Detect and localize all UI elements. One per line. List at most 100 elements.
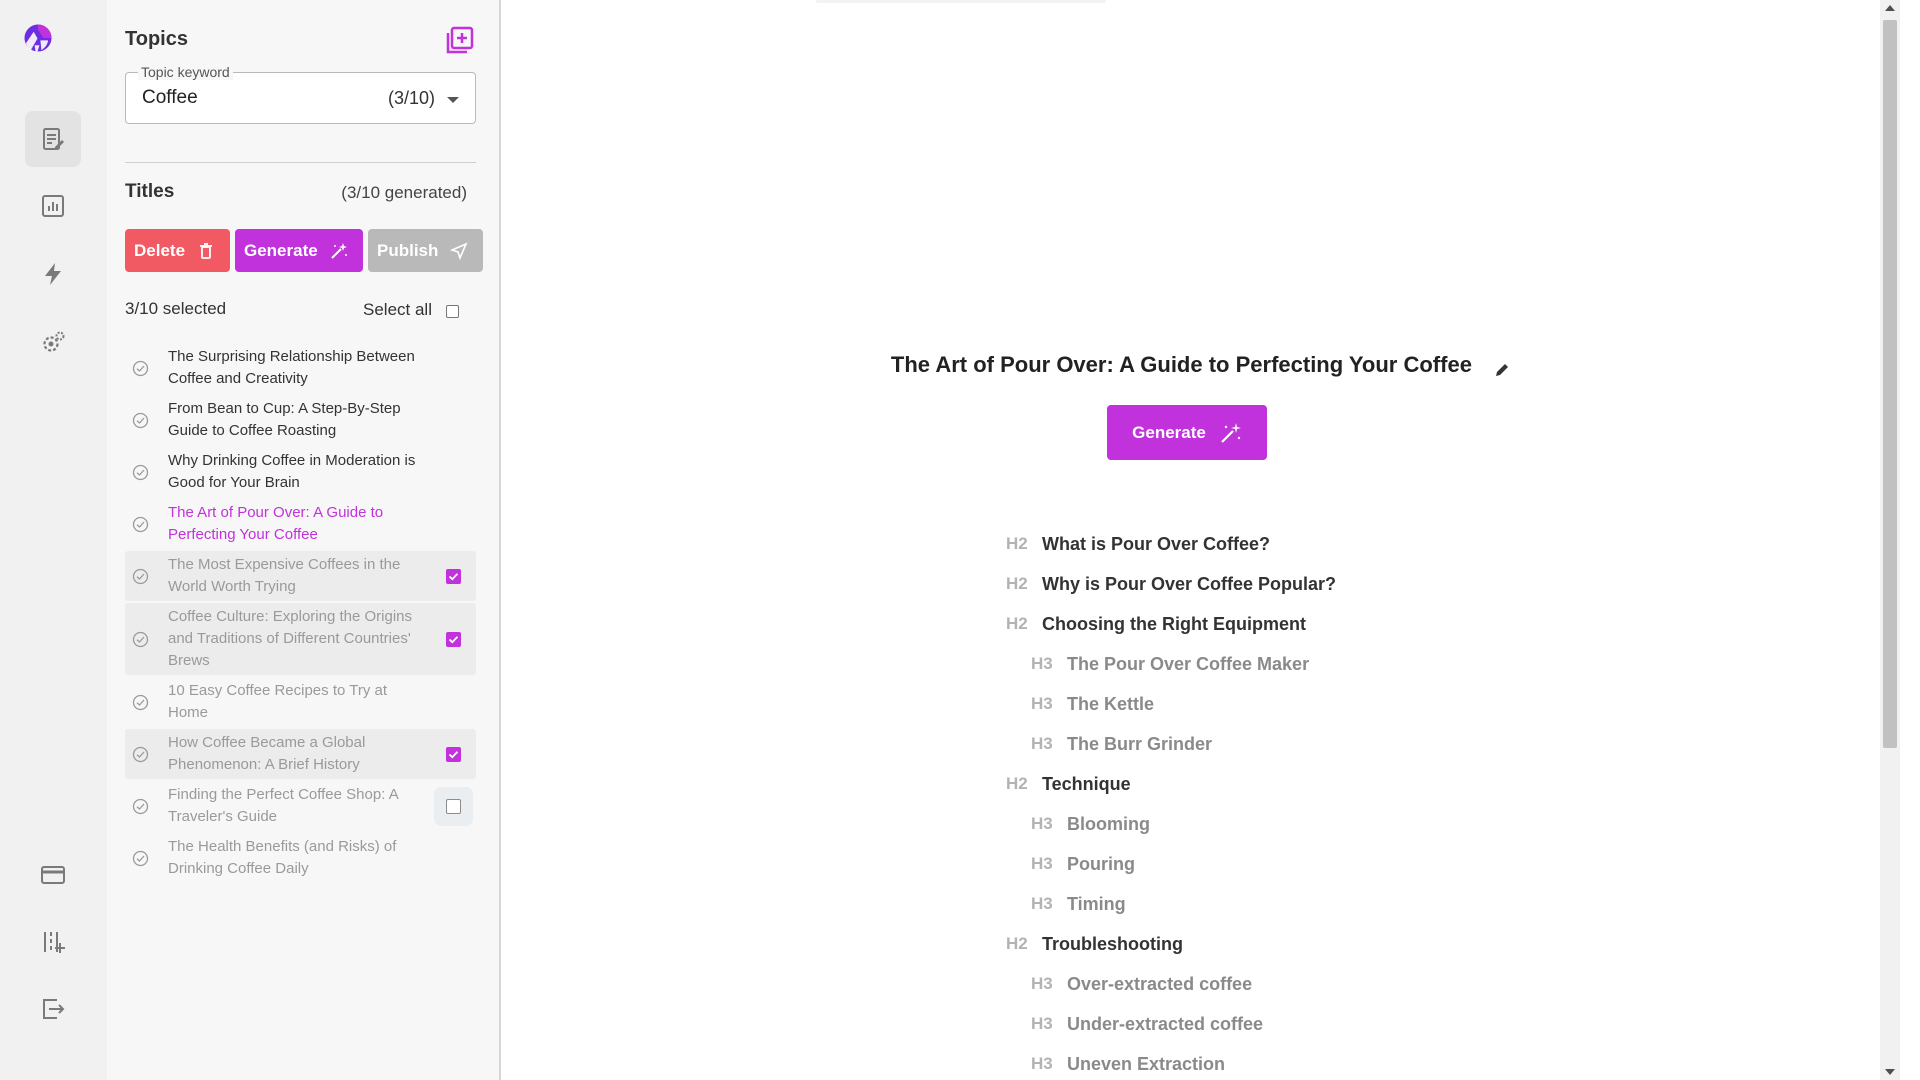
check-circle-icon	[132, 516, 149, 533]
publish-button[interactable]: Publish	[368, 229, 483, 272]
outline-heading-h2[interactable]: H2 Why is Pour Over Coffee Popular?	[1006, 564, 1336, 604]
heading-level-tag: H2	[1006, 934, 1028, 953]
generate-label: Generate	[244, 240, 318, 260]
title-item-text: The Health Benefits (and Risks) of Drink…	[168, 838, 397, 877]
icon-rail	[0, 0, 107, 1080]
outline-heading-h3[interactable]: H3 The Pour Over Coffee Maker	[1006, 644, 1336, 684]
document-edit-icon	[43, 128, 64, 150]
add-library-icon	[446, 26, 474, 54]
logout-icon	[43, 999, 65, 1019]
title-item-text: The Most Expensive Coffees in the World …	[168, 556, 401, 595]
outline-heading-text: Technique	[1042, 773, 1131, 794]
titles-heading: Titles	[125, 181, 175, 202]
check-circle-icon	[132, 412, 149, 429]
outline-heading-text: Timing	[1067, 893, 1126, 914]
topics-panel: Topics Topic keyword Coffee (3/10) Title…	[107, 0, 501, 1080]
outline-heading-text: Under-extracted coffee	[1067, 1013, 1264, 1034]
topic-keyword-value: Coffee	[142, 87, 198, 108]
title-item-checkbox[interactable]	[446, 746, 461, 762]
outline-heading-h3[interactable]: H3 Pouring	[1006, 844, 1336, 884]
title-item[interactable]: The Most Expensive Coffees in the World …	[125, 551, 476, 601]
title-item-text: Finding the Perfect Coffee Shop: A Trave…	[168, 786, 398, 825]
outline-heading-h2[interactable]: H2 Troubleshooting	[1006, 924, 1336, 964]
title-item-checkbox[interactable]	[446, 798, 461, 814]
select-all-checkbox[interactable]	[446, 305, 459, 318]
title-item[interactable]: The Health Benefits (and Risks) of Drink…	[125, 833, 476, 883]
nav-settings[interactable]	[25, 314, 81, 370]
nav-billing[interactable]	[25, 847, 81, 903]
nav-articles[interactable]	[25, 111, 81, 167]
sliders-icon	[44, 932, 65, 953]
heading-level-tag: H3	[1031, 894, 1053, 913]
title-item[interactable]: From Bean to Cup: A Step-By-Step Guide t…	[125, 395, 476, 445]
outline-heading-h2[interactable]: H2 Choosing the Right Equipment	[1006, 604, 1336, 644]
heading-level-tag: H3	[1031, 1014, 1053, 1033]
nav-analytics[interactable]	[25, 178, 81, 234]
outline-heading-h3[interactable]: H3 Blooming	[1006, 804, 1336, 844]
credit-card-icon	[41, 866, 65, 884]
scrollbar-thumb[interactable]	[1883, 20, 1897, 748]
add-topic-button[interactable]	[445, 25, 475, 55]
outline-heading-h2[interactable]: H2 What is Pour Over Coffee?	[1006, 524, 1336, 564]
outline-heading-h3[interactable]: H3 Timing	[1006, 884, 1336, 924]
outline-heading-text: The Burr Grinder	[1067, 733, 1213, 754]
article-title-text: The Art of Pour Over: A Guide to Perfect…	[890, 352, 1472, 377]
title-item-checkbox[interactable]	[446, 568, 461, 584]
title-item[interactable]: Coffee Culture: Exploring the Origins an…	[125, 603, 476, 675]
topic-keyword-label: Topic keyword	[138, 64, 233, 80]
scroll-up-icon[interactable]	[1885, 5, 1895, 11]
edit-title-button[interactable]	[1494, 358, 1510, 377]
title-item-checkbox[interactable]	[446, 631, 461, 647]
app-root: Topics Topic keyword Coffee (3/10) Title…	[0, 0, 1920, 1080]
heading-level-tag: H3	[1031, 1054, 1053, 1073]
scroll-down-icon[interactable]	[1885, 1069, 1895, 1075]
title-item-text: 10 Easy Coffee Recipes to Try at Home	[168, 682, 388, 721]
topic-keyword-select[interactable]: Topic keyword Coffee (3/10)	[125, 64, 476, 124]
heading-level-tag: H3	[1031, 814, 1053, 833]
delete-button[interactable]: Delete	[125, 229, 230, 272]
nav-automation[interactable]	[25, 246, 81, 302]
app-logo[interactable]	[24, 24, 82, 82]
publish-label: Publish	[377, 240, 439, 260]
top-indicator	[816, 0, 1106, 3]
heading-level-tag: H2	[1006, 574, 1028, 593]
selected-count: 3/10 selected	[125, 299, 227, 318]
outline-heading-text: Why is Pour Over Coffee Popular?	[1042, 573, 1337, 594]
generate-article-label: Generate	[1132, 422, 1206, 442]
generate-article-button[interactable]: Generate	[1107, 405, 1267, 460]
outline-heading-h3[interactable]: H3 Uneven Extraction	[1006, 1044, 1336, 1080]
outline-heading-h3[interactable]: H3 Under-extracted coffee	[1006, 1004, 1336, 1044]
select-all-label: Select all	[363, 300, 432, 319]
titles-generated-count: (3/10 generated)	[341, 183, 467, 202]
title-item-text: Coffee Culture: Exploring the Origins an…	[168, 608, 413, 669]
nav-preferences[interactable]	[25, 914, 81, 970]
title-item[interactable]: The Surprising Relationship Between Coff…	[125, 343, 476, 393]
title-item-text: The Surprising Relationship Between Coff…	[168, 348, 415, 387]
generate-titles-button[interactable]: Generate	[235, 229, 363, 272]
nav-logout[interactable]	[25, 981, 81, 1037]
divider	[125, 162, 476, 163]
topics-heading: Topics	[125, 28, 188, 50]
magic-wand-icon	[330, 242, 347, 259]
title-item[interactable]: Finding the Perfect Coffee Shop: A Trave…	[125, 781, 476, 831]
title-item[interactable]: How Coffee Became a Global Phenomenon: A…	[125, 729, 476, 779]
outline-heading-h3[interactable]: H3 Over-extracted coffee	[1006, 964, 1336, 1004]
article-title: The Art of Pour Over: A Guide to Perfect…	[501, 352, 1900, 378]
outline-heading-h3[interactable]: H3 The Burr Grinder	[1006, 724, 1336, 764]
heading-level-tag: H2	[1006, 774, 1028, 793]
title-item[interactable]: The Art of Pour Over: A Guide to Perfect…	[125, 499, 476, 549]
vertical-scrollbar[interactable]	[1880, 0, 1900, 1080]
check-circle-icon	[132, 694, 149, 711]
outline-heading-h2[interactable]: H2 Technique	[1006, 764, 1336, 804]
trash-icon	[200, 242, 213, 259]
title-item[interactable]: 10 Easy Coffee Recipes to Try at Home	[125, 677, 476, 727]
title-actions: Delete Generate Publish	[125, 229, 483, 272]
outline-heading-text: The Pour Over Coffee Maker	[1067, 653, 1310, 674]
check-circle-icon	[132, 360, 149, 377]
pencil-icon	[1496, 364, 1509, 377]
gear-icon	[43, 331, 65, 352]
article-outline: H2 What is Pour Over Coffee? H2 Why is Pour…	[1006, 524, 1336, 1080]
title-item[interactable]: Why Drinking Coffee in Moderation is Goo…	[125, 447, 476, 497]
outline-heading-h3[interactable]: H3 The Kettle	[1006, 684, 1336, 724]
bar-chart-icon	[42, 195, 64, 217]
